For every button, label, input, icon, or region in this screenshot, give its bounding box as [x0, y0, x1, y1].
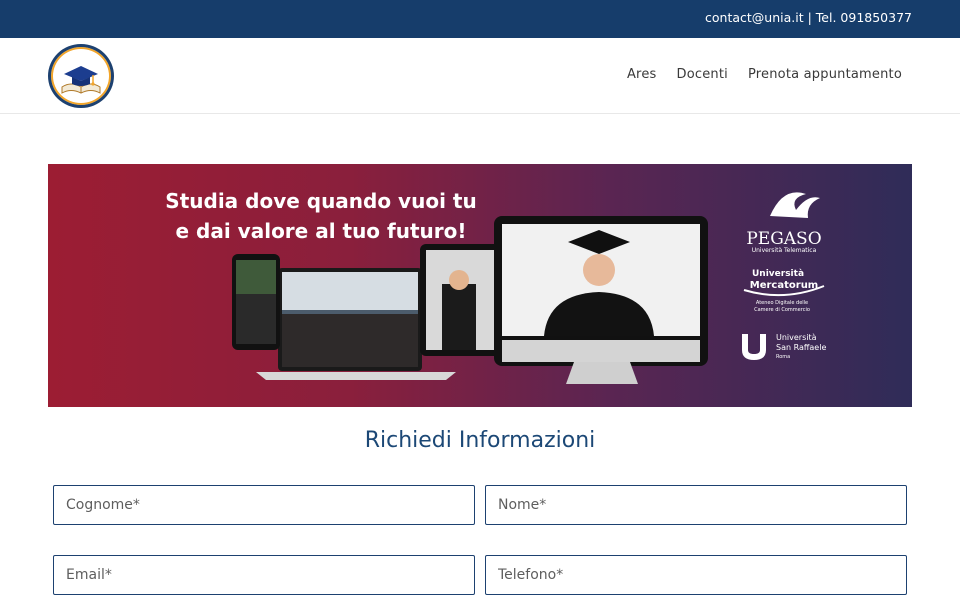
svg-text:Università: Università: [752, 269, 804, 279]
form-title: Richiedi Informazioni: [364, 428, 596, 453]
email-field[interactable]: [53, 555, 475, 595]
site-header: Ares Docenti Prenota appuntamento: [0, 38, 960, 114]
banner-devices-illustration: PEGASO Università Telematica Università …: [232, 192, 826, 384]
svg-text:Mercatorum: Mercatorum: [750, 280, 818, 291]
nav-item-prenota-appuntamento[interactable]: Prenota appuntamento: [748, 67, 902, 82]
cognome-field[interactable]: [53, 485, 475, 525]
main-nav: Ares Docenti Prenota appuntamento: [627, 67, 902, 82]
partner-logo-pegaso: PEGASO Università Telematica: [746, 192, 822, 254]
svg-text:Camere di Commercio: Camere di Commercio: [754, 307, 810, 313]
hero-banner[interactable]: Studia dove quando vuoi tu e dai valore …: [48, 164, 912, 407]
svg-text:Ateneo Digitale delle: Ateneo Digitale delle: [756, 300, 808, 306]
contact-info[interactable]: contact@unia.it | Tel. 091850377: [705, 10, 912, 25]
svg-text:Università Telematica: Università Telematica: [752, 247, 817, 254]
nome-field[interactable]: [485, 485, 907, 525]
tablet-image: [420, 244, 500, 356]
nav-item-docenti[interactable]: Docenti: [677, 67, 728, 82]
top-bar: contact@unia.it | Tel. 091850377: [0, 0, 960, 38]
phone-image: [232, 254, 280, 350]
graduation-cap-book-icon: [61, 66, 101, 94]
partner-logo-san-raffaele: Università San Raffaele Roma: [742, 333, 826, 360]
monitor-image: [494, 216, 708, 384]
svg-text:San Raffaele: San Raffaele: [776, 343, 826, 352]
svg-text:Roma: Roma: [776, 354, 790, 360]
svg-text:PEGASO: PEGASO: [746, 229, 821, 249]
telefono-field[interactable]: [485, 555, 907, 595]
svg-text:Università: Università: [776, 333, 817, 342]
nav-item-ares[interactable]: Ares: [627, 67, 657, 82]
partner-logo-mercatorum: Università Mercatorum Ateneo Digitale de…: [743, 269, 825, 313]
site-logo[interactable]: [48, 44, 114, 108]
